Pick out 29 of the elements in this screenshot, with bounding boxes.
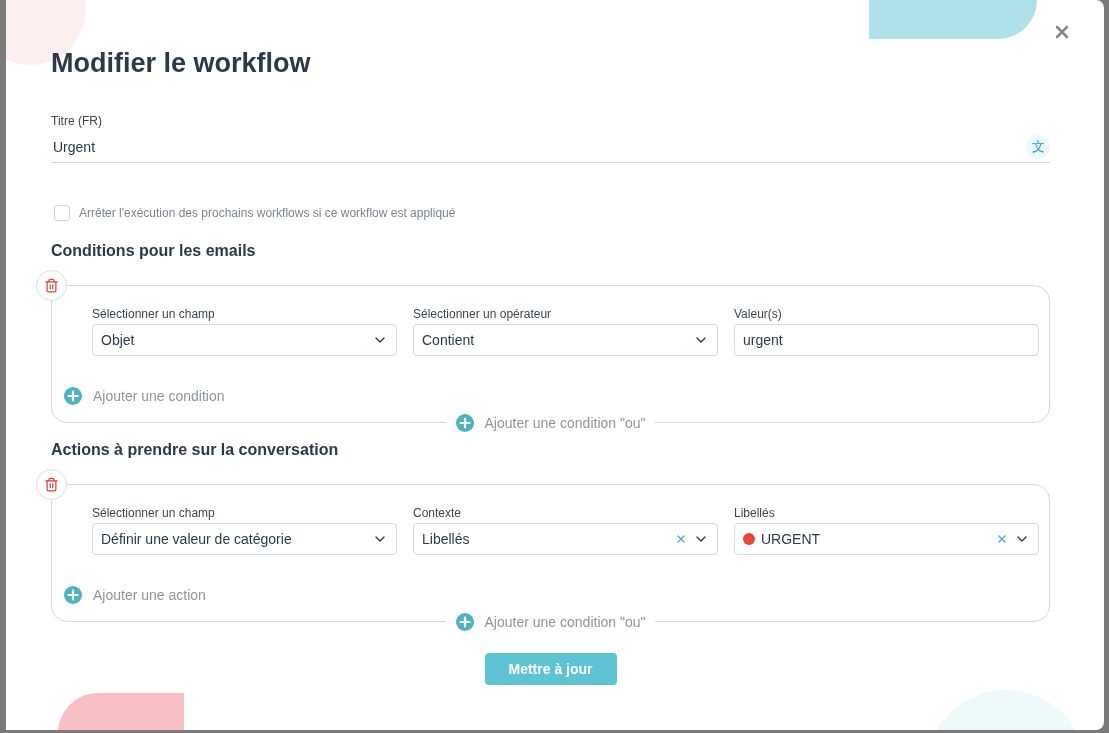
field-label: Valeur(s) [734, 307, 783, 321]
section-heading: Conditions pour les emails [51, 241, 257, 261]
trash-icon [44, 278, 59, 293]
plus-icon [64, 387, 82, 405]
delete-button[interactable] [36, 469, 67, 500]
section-heading: Actions à prendre sur la conversation [51, 440, 340, 460]
dialog-title: Modifier le workflow [51, 47, 312, 80]
select-field[interactable]: Objet [92, 324, 397, 356]
field-label: Contexte [413, 506, 463, 520]
plus-icon [64, 586, 82, 604]
trash-icon [44, 477, 59, 492]
clear-icon[interactable] [675, 533, 687, 545]
checkbox-label: Arrêter l'exécution des prochains workflows si ce workflow est appliqué [79, 206, 456, 220]
value-input[interactable]: urgent [734, 324, 1039, 356]
select-field[interactable]: URGENT [734, 523, 1039, 555]
field-label: Sélectionner un opérateur [413, 307, 553, 321]
title-field[interactable]: Urgent 文 [51, 132, 1050, 163]
select-field[interactable]: Définir une valeur de catégorie [92, 523, 397, 555]
select-field[interactable]: Contient [413, 324, 718, 356]
plus-icon [455, 613, 474, 631]
delete-button[interactable] [36, 270, 67, 301]
field-label: Titre (FR) [51, 114, 103, 128]
field-label: Sélectionner un champ [92, 506, 216, 520]
field-label: Sélectionner un champ [92, 307, 216, 321]
checkbox[interactable] [54, 205, 70, 221]
field-label: Libellés [734, 506, 776, 520]
plus-icon [455, 414, 474, 432]
clear-icon[interactable] [996, 533, 1008, 545]
select-field[interactable]: Libellés [413, 523, 718, 555]
